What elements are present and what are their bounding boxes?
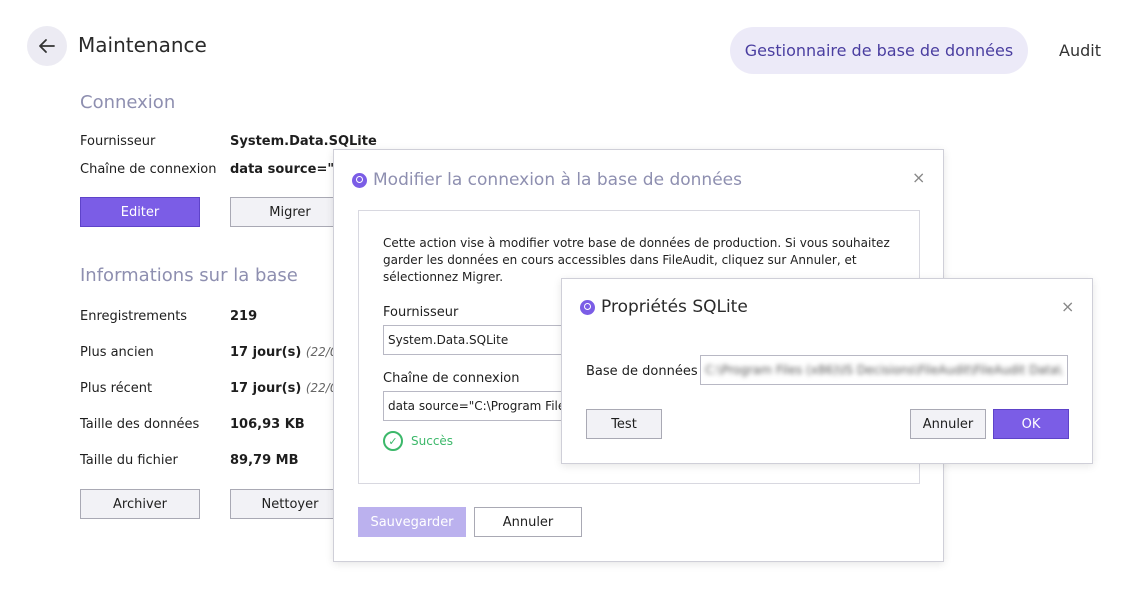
modify-dialog-title: Modifier la connexion à la base de donné…: [352, 170, 742, 190]
fileaudit-logo-icon: [580, 299, 595, 315]
success-status: ✓ Succès: [383, 431, 453, 451]
sqlite-cancel-button[interactable]: Annuler: [910, 409, 986, 439]
save-button[interactable]: Sauvegarder: [358, 507, 466, 537]
page-title: Maintenance: [78, 33, 207, 57]
tab-database-manager[interactable]: Gestionnaire de base de données: [730, 27, 1028, 74]
modify-cancel-button[interactable]: Annuler: [474, 507, 582, 537]
close-icon[interactable]: ×: [1061, 297, 1074, 316]
data-size-label: Taille des données: [80, 417, 200, 432]
connection-section-title: Connexion: [80, 92, 176, 113]
test-button[interactable]: Test: [586, 409, 662, 439]
database-path-input[interactable]: C:\Program Files (x86)\IS Decisions\File…: [700, 355, 1068, 385]
db-info-section-title: Informations sur la base: [80, 265, 298, 286]
modify-connection-string-label: Chaîne de connexion: [383, 371, 520, 386]
connection-string-label: Chaîne de connexion: [80, 162, 217, 177]
oldest-label: Plus ancien: [80, 345, 154, 360]
check-circle-icon: ✓: [383, 431, 403, 451]
file-size-label: Taille du fichier: [80, 453, 178, 468]
sqlite-dialog-title: Propriétés SQLite: [580, 297, 748, 317]
clean-button[interactable]: Nettoyer: [230, 489, 350, 519]
archive-button[interactable]: Archiver: [80, 489, 200, 519]
close-icon[interactable]: ×: [912, 168, 925, 187]
provider-input[interactable]: System.Data.SQLite: [383, 325, 573, 355]
back-button[interactable]: [27, 26, 67, 66]
provider-label: Fournisseur: [80, 134, 156, 149]
fileaudit-logo-icon: [352, 172, 367, 188]
database-label: Base de données: [586, 364, 698, 379]
connection-string-input[interactable]: data source="C:\Program Files: [383, 391, 573, 421]
file-size-value: 89,79 MB: [230, 453, 299, 468]
data-size-value: 106,93 KB: [230, 417, 305, 432]
tab-audit[interactable]: Audit: [1037, 27, 1123, 74]
newest-label: Plus récent: [80, 381, 153, 396]
records-label: Enregistrements: [80, 309, 188, 324]
newest-value: 17 jour(s) (22/06/: [230, 381, 350, 396]
provider-value: System.Data.SQLite: [230, 134, 377, 149]
arrow-left-icon: [39, 39, 55, 53]
ok-button[interactable]: OK: [993, 409, 1069, 439]
records-value: 219: [230, 309, 258, 324]
oldest-value: 17 jour(s) (22/06/: [230, 345, 350, 360]
edit-button[interactable]: Editer: [80, 197, 200, 227]
sqlite-properties-dialog: Propriétés SQLite × Base de données C:\P…: [561, 278, 1093, 464]
modify-provider-label: Fournisseur: [383, 305, 459, 320]
migrate-button[interactable]: Migrer: [230, 197, 350, 227]
